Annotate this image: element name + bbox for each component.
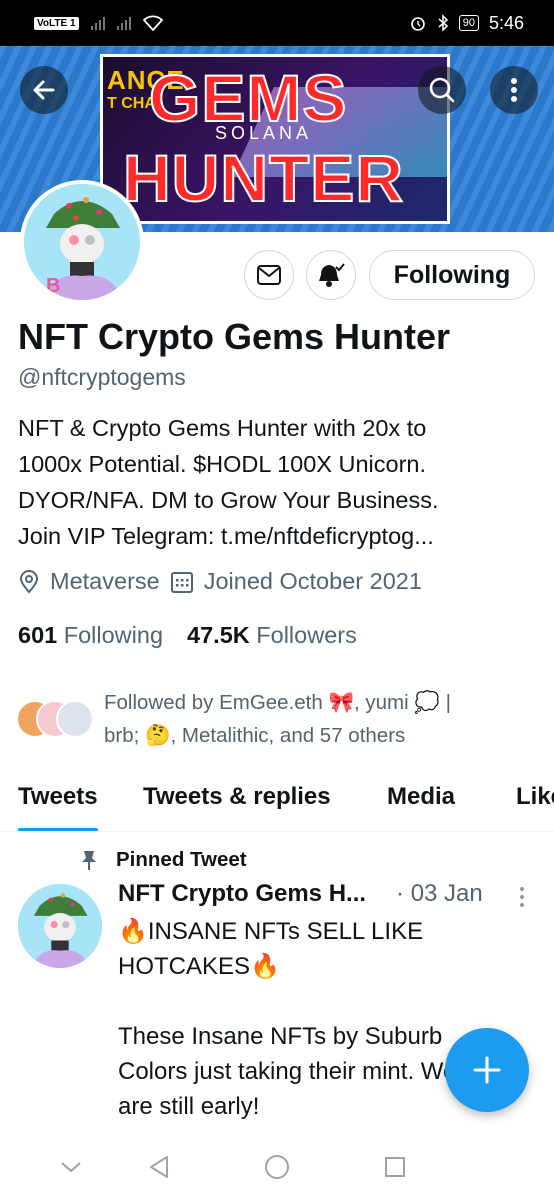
- back-arrow-icon: [33, 80, 55, 100]
- pin-icon: [82, 851, 96, 870]
- more-vertical-icon: [511, 78, 517, 102]
- tweet-line: 🔥INSANE NFTs SELL LIKE: [118, 918, 424, 945]
- message-button[interactable]: [244, 250, 294, 300]
- battery-icon: 90: [458, 15, 479, 31]
- nav-recents-button[interactable]: [380, 1152, 410, 1182]
- nav-back-button[interactable]: [144, 1152, 174, 1182]
- followed-by[interactable]: Followed by EmGee.eth 🎀, yumi 💭 | brb; 🤔…: [16, 686, 504, 752]
- tweet-author-name[interactable]: NFT Crypto Gems H...: [118, 880, 366, 908]
- follower-avatar: [56, 700, 94, 738]
- bio-line: 1000x Potential. $HODL 100X Unicorn.: [18, 451, 427, 477]
- plus-icon: [473, 1056, 501, 1084]
- mail-icon: [257, 265, 281, 285]
- profile-avatar[interactable]: B: [20, 180, 144, 304]
- clock: 5:46: [488, 12, 524, 33]
- followed-by-line: Followed by EmGee.eth 🎀, yumi 💭 |: [104, 691, 451, 714]
- avatar-image: [18, 884, 102, 968]
- follow-stats: 601 Following 47.5K Followers: [18, 622, 357, 649]
- banner-title-line1: GEMS: [148, 61, 348, 135]
- more-vertical-icon: [520, 887, 524, 907]
- bluetooth-icon: [438, 14, 448, 32]
- search-icon: [429, 77, 455, 103]
- tab-likes[interactable]: Likes: [516, 776, 554, 831]
- bell-check-icon: [319, 263, 345, 287]
- bio-line: DYOR/NFA. DM to Grow Your Business.: [18, 487, 439, 513]
- following-label: Following: [63, 622, 164, 648]
- nav-home-button[interactable]: [262, 1152, 292, 1182]
- more-options-button[interactable]: [490, 66, 538, 114]
- following-count: 601: [18, 622, 58, 648]
- nav-recents-icon: [385, 1157, 405, 1177]
- tweet-date[interactable]: · 03 Jan: [396, 880, 483, 908]
- system-nav-bar: [0, 1134, 554, 1200]
- followers-count: 47.5K: [187, 622, 250, 648]
- joined-item: Joined October 2021: [170, 568, 422, 595]
- location-text: Metaverse: [50, 568, 160, 594]
- status-bar: VoLTE 1 90 5:46: [0, 0, 554, 46]
- nav-back-icon: [150, 1156, 168, 1178]
- profile-name: NFT Crypto Gems Hunter: [18, 316, 451, 357]
- following-button[interactable]: Following: [369, 250, 535, 300]
- joined-text: Joined October 2021: [203, 568, 422, 594]
- volte-badge: VoLTE 1: [34, 16, 79, 30]
- tweet-more-button[interactable]: [519, 886, 525, 908]
- profile-bio: NFT & Crypto Gems Hunter with 20x to 100…: [18, 410, 538, 554]
- banner-title-line2: HUNTER: [122, 141, 404, 215]
- location-item: Metaverse: [18, 568, 160, 595]
- profile-handle: @nftcryptogems: [18, 364, 186, 390]
- alarm-icon: [410, 17, 425, 31]
- nav-collapse-icon: [61, 1162, 81, 1173]
- bio-line: NFT & Crypto Gems Hunter with 20x to: [18, 415, 427, 441]
- signal-1-icon: [90, 16, 105, 30]
- tweet-line: [118, 984, 538, 1019]
- followed-by-text: Followed by EmGee.eth 🎀, yumi 💭 | brb; 🤔…: [104, 686, 504, 752]
- nav-home-icon: [265, 1155, 289, 1179]
- back-button[interactable]: [20, 66, 68, 114]
- svg-text:B: B: [46, 275, 60, 297]
- follower-avatars: [16, 700, 96, 746]
- location-pin-icon: [19, 569, 39, 594]
- pinned-label: Pinned Tweet: [116, 848, 247, 871]
- tweet-line: HOTCAKES🔥: [118, 953, 280, 980]
- pinned-indicator: Pinned Tweet: [80, 848, 247, 872]
- volte-label: VoLTE: [37, 17, 68, 29]
- notifications-button[interactable]: [306, 250, 356, 300]
- followers-stat[interactable]: 47.5K Followers: [187, 622, 357, 649]
- tweet-author-avatar[interactable]: [18, 884, 102, 968]
- banner-artwork: ANCE T CHA SOLANA GEMS HUNTER: [100, 54, 450, 224]
- sim-label: 1: [69, 17, 76, 29]
- profile-tabs: Tweets Tweets & replies Media Likes: [0, 776, 554, 832]
- bio-link-line[interactable]: Join VIP Telegram: t.me/nftdeficryptog..…: [18, 518, 538, 554]
- tab-tweets-replies[interactable]: Tweets & replies: [143, 776, 331, 831]
- followed-by-line: brb; 🤔, Metalithic, and 57 others: [104, 724, 406, 747]
- following-stat[interactable]: 601 Following: [18, 622, 163, 649]
- compose-tweet-button[interactable]: [445, 1028, 529, 1112]
- nav-collapse-button[interactable]: [56, 1152, 86, 1182]
- search-button[interactable]: [418, 66, 466, 114]
- tab-tweets[interactable]: Tweets: [18, 776, 98, 831]
- tweet-header: NFT Crypto Gems H... · 03 Jan: [118, 880, 483, 908]
- tab-media[interactable]: Media: [387, 776, 455, 831]
- profile-meta: Metaverse Joined October 2021: [18, 568, 422, 595]
- followers-label: Followers: [256, 622, 357, 648]
- avatar-image: B: [24, 184, 140, 300]
- wifi-icon: [142, 15, 163, 31]
- calendar-icon: [170, 571, 193, 593]
- signal-2-icon: [116, 16, 131, 30]
